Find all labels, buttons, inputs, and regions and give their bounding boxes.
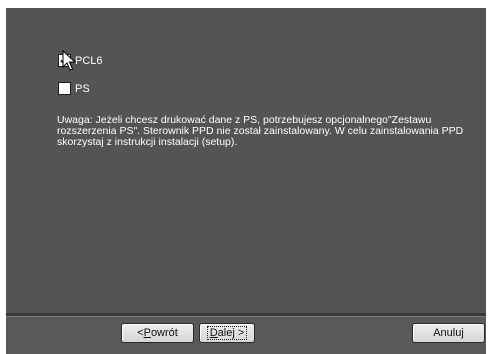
back-label-rest: owrót [150, 327, 178, 339]
next-label-rest: alej > [217, 327, 245, 339]
ps-checkbox[interactable] [58, 82, 71, 95]
note-text: Uwaga: Jeżeli chcesz drukować dane z PS,… [57, 114, 464, 148]
next-mnemonic: D [209, 327, 218, 339]
next-focus-ring: Dalej > [206, 326, 248, 340]
ps-option[interactable]: PS [58, 82, 90, 95]
cancel-label: Anuluj [433, 327, 464, 339]
back-button[interactable]: < Powrót [121, 323, 194, 343]
next-button[interactable]: Dalej > [199, 323, 255, 343]
installer-dialog: PCL6 PS Uwaga: Jeżeli chcesz drukować da… [6, 8, 486, 354]
cancel-button[interactable]: Anuluj [412, 323, 485, 343]
mouse-pointer-icon [62, 50, 76, 71]
content-area: PCL6 PS Uwaga: Jeżeli chcesz drukować da… [6, 8, 486, 313]
back-mnemonic: P [143, 327, 151, 339]
pcl6-label: PCL6 [75, 54, 103, 67]
ps-label: PS [75, 82, 90, 95]
